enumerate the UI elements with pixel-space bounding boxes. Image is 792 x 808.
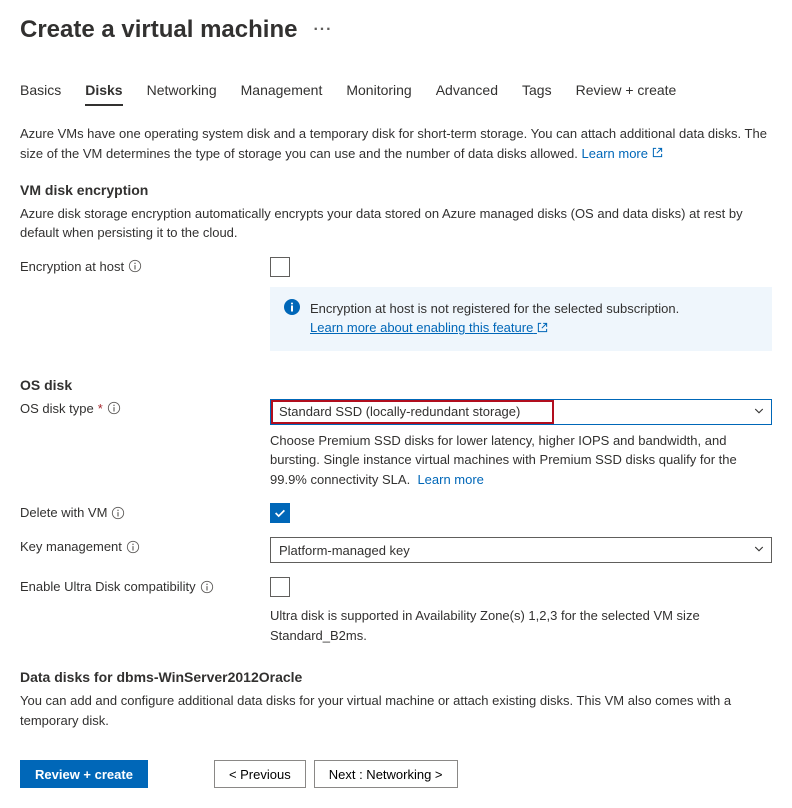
tab-basics[interactable]: Basics: [20, 78, 61, 106]
encryption-info-text: Encryption at host is not registered for…: [310, 299, 679, 319]
encryption-desc: Azure disk storage encryption automatica…: [20, 204, 772, 243]
wizard-tabs: Basics Disks Networking Management Monit…: [20, 78, 772, 106]
chevron-down-icon: [753, 543, 765, 558]
key-management-row: Key management Platform-managed key: [20, 537, 772, 563]
ultra-disk-label: Enable Ultra Disk compatibility: [20, 577, 270, 594]
delete-with-vm-checkbox[interactable]: [270, 503, 290, 523]
page-title-text: Create a virtual machine: [20, 16, 297, 44]
os-disk-heading: OS disk: [20, 377, 772, 393]
encryption-info-callout: Encryption at host is not registered for…: [270, 287, 772, 351]
info-icon[interactable]: [200, 580, 214, 594]
os-disk-type-label: OS disk type *: [20, 399, 270, 416]
encryption-at-host-label: Encryption at host: [20, 257, 270, 274]
disks-intro-learn-more-link[interactable]: Learn more: [582, 146, 663, 161]
tab-tags[interactable]: Tags: [522, 78, 552, 106]
encryption-info-link[interactable]: Learn more about enabling this feature: [310, 320, 548, 335]
delete-with-vm-row: Delete with VM: [20, 503, 772, 523]
key-management-value: Platform-managed key: [279, 543, 410, 558]
encryption-heading: VM disk encryption: [20, 182, 772, 198]
next-button[interactable]: Next : Networking >: [314, 760, 458, 788]
encryption-at-host-checkbox[interactable]: [270, 257, 290, 277]
external-link-icon: [537, 319, 548, 339]
wizard-footer: Review + create < Previous Next : Networ…: [20, 760, 772, 788]
os-disk-type-select[interactable]: Standard SSD (locally-redundant storage): [270, 399, 772, 425]
os-disk-type-value: Standard SSD (locally-redundant storage): [279, 404, 520, 419]
info-icon[interactable]: [128, 259, 142, 273]
tab-monitoring[interactable]: Monitoring: [346, 78, 411, 106]
page-title: Create a virtual machine ···: [20, 16, 772, 44]
review-create-button[interactable]: Review + create: [20, 760, 148, 788]
info-icon[interactable]: [111, 506, 125, 520]
info-icon: [284, 299, 300, 315]
data-disks-desc: You can add and configure additional dat…: [20, 691, 772, 730]
disks-intro: Azure VMs have one operating system disk…: [20, 124, 772, 164]
external-link-icon: [652, 144, 663, 164]
ultra-disk-checkbox[interactable]: [270, 577, 290, 597]
more-actions-icon[interactable]: ···: [313, 21, 332, 39]
encryption-at-host-row: Encryption at host Encryption at host is…: [20, 257, 772, 351]
os-disk-type-learn-more-link[interactable]: Learn more: [417, 472, 483, 487]
ultra-disk-row: Enable Ultra Disk compatibility Ultra di…: [20, 577, 772, 645]
key-management-select[interactable]: Platform-managed key: [270, 537, 772, 563]
os-disk-type-helper: Choose Premium SSD disks for lower laten…: [270, 431, 772, 490]
data-disks-heading: Data disks for dbms-WinServer2012Oracle: [20, 669, 772, 685]
info-icon[interactable]: [126, 540, 140, 554]
tab-disks[interactable]: Disks: [85, 78, 122, 106]
tab-review-create[interactable]: Review + create: [576, 78, 677, 106]
key-management-label: Key management: [20, 537, 270, 554]
ultra-disk-helper: Ultra disk is supported in Availability …: [270, 606, 772, 645]
tab-advanced[interactable]: Advanced: [436, 78, 498, 106]
tab-networking[interactable]: Networking: [147, 78, 217, 106]
previous-button[interactable]: < Previous: [214, 760, 306, 788]
tab-management[interactable]: Management: [241, 78, 323, 106]
os-disk-type-row: OS disk type * Standard SSD (locally-red…: [20, 399, 772, 490]
delete-with-vm-label: Delete with VM: [20, 503, 270, 520]
info-icon[interactable]: [107, 401, 121, 415]
chevron-down-icon: [753, 404, 765, 419]
required-asterisk: *: [98, 401, 103, 416]
